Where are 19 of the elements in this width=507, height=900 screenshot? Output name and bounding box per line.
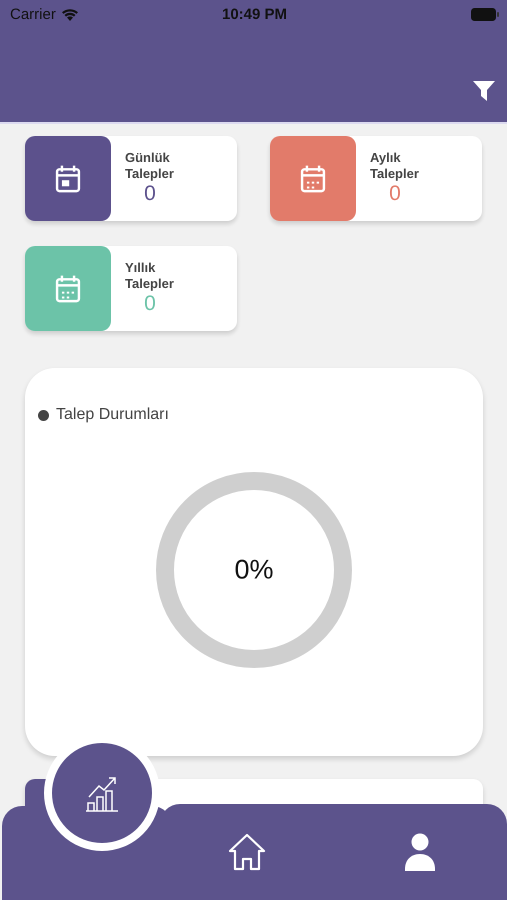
wifi-icon <box>60 8 79 20</box>
stat-title: Günlük Talepler <box>125 150 175 182</box>
carrier-label: Carrier <box>10 6 56 22</box>
filter-icon[interactable] <box>473 80 495 102</box>
time-label: 10:49 PM <box>222 6 288 22</box>
user-icon <box>404 833 436 871</box>
donut-value: 0% <box>234 554 274 586</box>
stat-title: Yıllık Talepler <box>125 260 175 292</box>
home-icon <box>226 833 267 871</box>
stat-count: 0 <box>389 182 401 206</box>
stat-title: Aylık Talepler <box>370 150 420 182</box>
stat-card[interactable]: Günlük Talepler 0 <box>25 136 237 221</box>
stat-count: 0 <box>144 292 156 316</box>
stat-card[interactable]: Aylık Talepler 0 <box>270 136 482 221</box>
chart-title: Talep Durumları <box>56 406 169 424</box>
battery-icon <box>471 8 500 20</box>
stat-card[interactable]: Yıllık Talepler 0 <box>25 246 237 331</box>
legend-dot <box>38 410 49 420</box>
stat-count: 0 <box>144 182 156 206</box>
